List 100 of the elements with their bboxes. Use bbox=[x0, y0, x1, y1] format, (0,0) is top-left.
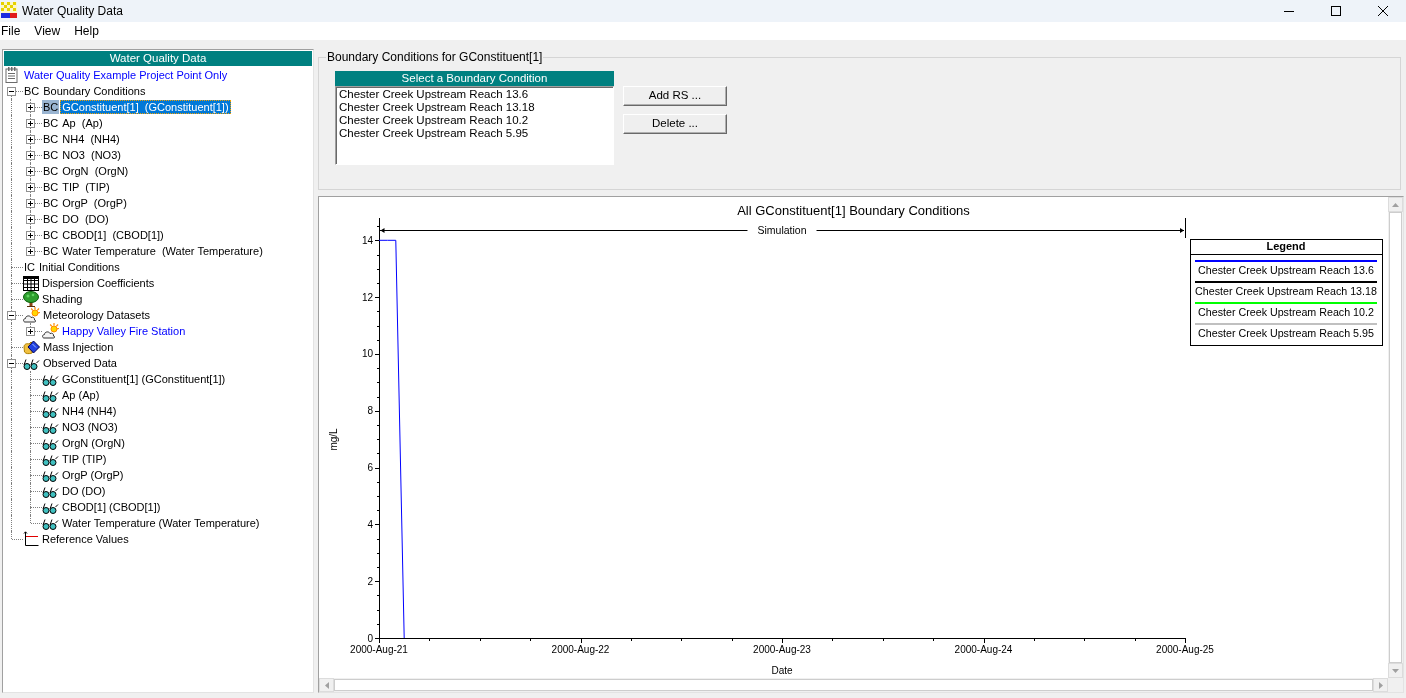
expand-icon[interactable] bbox=[26, 119, 35, 128]
glasses-icon bbox=[42, 484, 59, 498]
list-item[interactable]: Chester Creek Upstream Reach 13.18 bbox=[339, 101, 535, 114]
tree-item[interactable]: Happy Valley Fire Station bbox=[60, 324, 188, 338]
tree-item[interactable]: Initial Conditions bbox=[37, 260, 122, 274]
legend-label: Chester Creek Upstream Reach 13.6 bbox=[1198, 264, 1374, 276]
tree-item[interactable]: Ap (Ap) bbox=[60, 388, 102, 402]
list-box[interactable]: Chester Creek Upstream Reach 13.6 Chester Creek Upstream Reach 13.18 Chester Creek Upstream Reach 10.2 Chester Creek Upstream Reach 5.95 bbox=[335, 86, 614, 165]
node-type-label: BC bbox=[42, 180, 60, 194]
tree-item[interactable]: CBOD[1] (CBOD[1]) bbox=[60, 228, 166, 242]
tree-item[interactable]: DO (DO) bbox=[60, 484, 108, 498]
expand-icon[interactable] bbox=[26, 135, 35, 144]
app-icon bbox=[1, 1, 17, 18]
vertical-scrollbar[interactable] bbox=[1388, 197, 1403, 678]
window-title: Water Quality Data bbox=[22, 5, 123, 17]
tree-item[interactable]: Reference Values bbox=[40, 532, 131, 546]
tree-item[interactable]: Dispersion Coefficients bbox=[40, 276, 157, 290]
collapse-icon[interactable] bbox=[7, 311, 16, 320]
panel-header: Water Quality Data bbox=[4, 51, 312, 66]
expand-icon[interactable] bbox=[26, 151, 35, 160]
collapse-icon[interactable] bbox=[7, 359, 16, 368]
glasses-icon bbox=[42, 404, 59, 418]
y-tick-label: 0 bbox=[367, 632, 373, 644]
tree-item[interactable]: TIP (TIP) bbox=[60, 180, 112, 194]
node-type-label: BC bbox=[42, 244, 60, 258]
notepad-icon bbox=[5, 67, 18, 83]
tree-item[interactable]: OrgN (OrgN) bbox=[60, 436, 127, 450]
tree-item[interactable]: Mass Injection bbox=[41, 340, 116, 354]
glasses-icon bbox=[42, 452, 59, 466]
x-tick-label: 2000-Aug-24 bbox=[954, 644, 1013, 655]
node-type-label: BC bbox=[23, 84, 41, 98]
node-type-label: BC bbox=[42, 212, 60, 226]
tree-item[interactable]: Shading bbox=[40, 292, 85, 306]
down-arrow-icon bbox=[1392, 668, 1399, 673]
glasses-icon bbox=[42, 516, 59, 530]
tree-item[interactable]: Meteorology Datasets bbox=[41, 308, 152, 322]
axes-icon bbox=[23, 531, 39, 547]
list-item[interactable]: Chester Creek Upstream Reach 10.2 bbox=[339, 114, 529, 127]
node-type-label: BC bbox=[42, 228, 60, 242]
up-arrow-icon bbox=[1392, 202, 1399, 207]
left-arrow-icon bbox=[324, 681, 329, 689]
glasses-icon bbox=[42, 388, 59, 402]
tree-item[interactable]: Observed Data bbox=[41, 356, 119, 370]
y-tick-label: 4 bbox=[367, 518, 373, 530]
expand-icon[interactable] bbox=[26, 327, 35, 336]
scrollbar-thumb[interactable] bbox=[1389, 212, 1402, 663]
tree-icon bbox=[23, 291, 39, 307]
list-item[interactable]: Chester Creek Upstream Reach 13.6 bbox=[339, 88, 529, 101]
glasses-icon bbox=[42, 436, 59, 450]
tree-item[interactable]: NH4 (NH4) bbox=[60, 404, 119, 418]
tree-item[interactable]: NO3 (NO3) bbox=[60, 148, 123, 162]
menu-item[interactable]: Help bbox=[67, 23, 106, 39]
horizontal-scrollbar[interactable] bbox=[319, 678, 1388, 692]
node-type-label: IC bbox=[23, 260, 36, 274]
y-tick-label: 6 bbox=[367, 462, 373, 474]
glasses-icon bbox=[42, 500, 59, 514]
tree-item[interactable]: Ap (Ap) bbox=[60, 116, 105, 130]
right-arrow-icon bbox=[1378, 681, 1383, 689]
glasses-icon bbox=[23, 356, 40, 370]
list-header: Select a Boundary Condition bbox=[335, 71, 614, 86]
expand-icon[interactable] bbox=[26, 215, 35, 224]
y-axis-title: mg/L bbox=[328, 428, 339, 451]
tree-item[interactable]: OrgP (OrgP) bbox=[60, 468, 126, 482]
x-tick-label: 2000-Aug-25 bbox=[1156, 644, 1214, 655]
dialog-button[interactable]: Add RS ... bbox=[623, 86, 727, 106]
tree-item[interactable]: OrgP (OrgP) bbox=[60, 196, 129, 210]
x-tick-label: 2000-Aug-21 bbox=[350, 644, 408, 655]
tree-item[interactable]: NH4 (NH4) bbox=[60, 132, 122, 146]
list-item[interactable]: Chester Creek Upstream Reach 5.95 bbox=[339, 127, 529, 140]
tree-item[interactable]: Water Temperature (Water Temperature) bbox=[60, 244, 265, 258]
tree-item[interactable]: CBOD[1] (CBOD[1]) bbox=[60, 500, 163, 514]
tree-item[interactable]: NO3 (NO3) bbox=[60, 420, 120, 434]
tree-item[interactable]: TIP (TIP) bbox=[60, 452, 109, 466]
collapse-icon[interactable] bbox=[7, 87, 16, 96]
expand-icon[interactable] bbox=[26, 103, 35, 112]
legend-title: Legend bbox=[1266, 240, 1306, 252]
expand-icon[interactable] bbox=[26, 199, 35, 208]
tree-item[interactable]: GConstituent[1] (GConstituent[1]) bbox=[60, 100, 231, 114]
dialog-button[interactable]: Delete ... bbox=[623, 114, 727, 134]
expand-icon[interactable] bbox=[26, 231, 35, 240]
tree-item[interactable]: OrgN (OrgN) bbox=[60, 164, 131, 178]
tree-item[interactable]: GConstituent[1] (GConstituent[1]) bbox=[60, 372, 228, 386]
glasses-icon bbox=[42, 372, 59, 386]
legend-label: Chester Creek Upstream Reach 10.2 bbox=[1198, 306, 1374, 318]
tree-item[interactable]: Water Quality Example Project Point Only bbox=[22, 68, 230, 82]
y-tick-label: 14 bbox=[361, 234, 373, 246]
tree-item[interactable]: DO (DO) bbox=[60, 212, 111, 226]
scrollbar-thumb[interactable] bbox=[334, 679, 1373, 691]
menu-item[interactable]: File bbox=[0, 23, 28, 39]
y-tick-label: 10 bbox=[361, 348, 373, 360]
expand-icon[interactable] bbox=[26, 183, 35, 192]
scrollbar-corner bbox=[1388, 678, 1403, 692]
hand-diamond-icon bbox=[23, 339, 40, 355]
tree-item[interactable]: Water Temperature (Water Temperature) bbox=[60, 516, 262, 530]
expand-icon[interactable] bbox=[26, 167, 35, 176]
menu-item[interactable]: View bbox=[27, 23, 68, 39]
expand-icon[interactable] bbox=[26, 247, 35, 256]
maximize-icon bbox=[1330, 6, 1341, 16]
tree-item[interactable]: Boundary Conditions bbox=[41, 84, 148, 98]
node-type-label: BC bbox=[42, 132, 60, 146]
